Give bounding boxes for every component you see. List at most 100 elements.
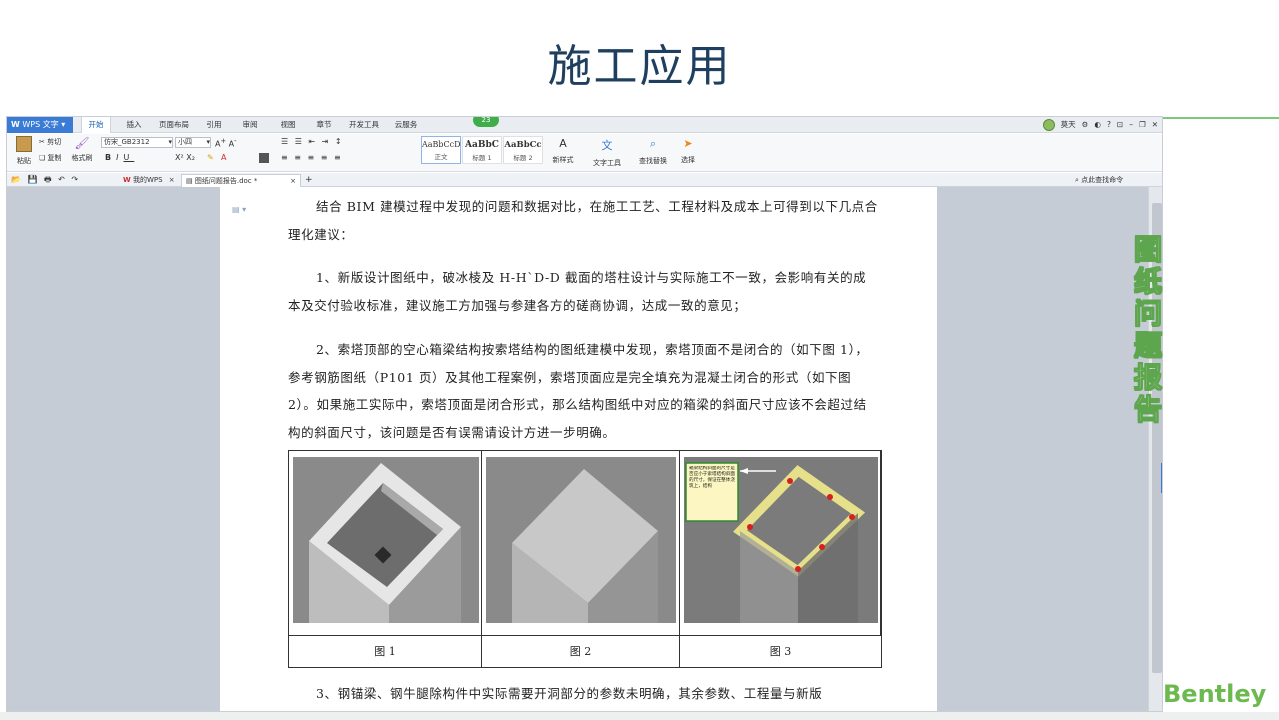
figure-3: 箱梁结构斜面的尺寸是否应小于索塔结构斜面的尺寸，保证在整体浇筑上，结构 <box>680 451 881 635</box>
find-replace-button[interactable]: ⌕ 查找替换 <box>633 137 673 166</box>
document-workspace: ▤ ▾ 结合 BIM 建模过程中发现的问题和数据对比，在施工工艺、工程材料及成本… <box>7 187 1148 711</box>
align-buttons[interactable]: ≡ ≡ ≡ ≡ ≡ <box>281 153 343 162</box>
font-color-icon[interactable]: A <box>221 153 226 162</box>
new-tab-button[interactable]: + <box>305 173 313 187</box>
style-name: 标题 1 <box>472 154 492 162</box>
side-label: 图纸问题报告 <box>1133 233 1162 426</box>
text-tools-icon: 文 <box>601 139 613 152</box>
avatar[interactable] <box>1042 119 1055 131</box>
tab-references[interactable]: 引用 <box>199 117 229 133</box>
search-command-label: 点此查找命令 <box>1081 176 1124 184</box>
minimize-icon[interactable]: – <box>1129 117 1133 133</box>
notification-badge[interactable]: 23 <box>473 117 499 127</box>
page-nav-icon[interactable]: ▤ ▾ <box>232 205 246 214</box>
my-wps-label: 我的WPS <box>132 176 163 184</box>
style-sample: AaBbC <box>465 140 499 150</box>
new-style-label: 新样式 <box>552 156 574 164</box>
paste-button[interactable]: 粘贴 <box>13 136 35 165</box>
superscript-button[interactable]: X² X₂ <box>175 153 195 162</box>
pin-icon[interactable]: ⊡ <box>1117 117 1123 133</box>
style-heading-1[interactable]: AaBbC 标题 1 <box>462 136 502 164</box>
close-icon[interactable]: × <box>290 175 296 187</box>
wps-app-button[interactable]: W WPS 文字 ▾ <box>7 117 73 133</box>
document-icon: ▤ <box>186 177 193 185</box>
tab-start[interactable]: 开始 <box>81 117 111 133</box>
menu-bar: W WPS 文字 ▾ 开始 插入 页面布局 引用 审阅 视图 章节 开发工具 云… <box>7 117 1162 133</box>
caption-figure-2: 图 2 <box>482 636 680 668</box>
bentley-logo: Bentley <box>1163 680 1267 708</box>
style-name: 正文 <box>434 153 448 161</box>
document-tab-label: 图纸问题报告.doc * <box>194 177 258 185</box>
select-button[interactable]: ➤ 选择 <box>675 137 701 165</box>
cursor-icon: ➤ <box>683 137 693 150</box>
font-format-buttons[interactable]: BIU <box>105 153 134 162</box>
cut-button[interactable]: ✂ 剪切 <box>39 137 61 147</box>
font-grow-button[interactable]: A+ A- <box>215 137 236 149</box>
list-buttons[interactable]: ☰ ☰ ⇤ ⇥ ↕ <box>281 137 344 146</box>
tab-view[interactable]: 视图 <box>273 117 303 133</box>
caption-figure-1: 图 1 <box>289 636 482 668</box>
quick-access-toolbar[interactable]: 📂 💾 🖶 ↶ ↷ <box>11 173 80 187</box>
paragraph-1: 结合 BIM 建模过程中发现的问题和数据对比，在施工工艺、工程材料及成本上可得到… <box>288 193 878 248</box>
font-size-value: 小四 <box>178 138 192 146</box>
close-icon[interactable]: ✕ <box>1152 117 1158 133</box>
font-name-value: 仿宋_GB2312 <box>104 138 150 146</box>
paragraph-2: 1、新版设计图纸中，破冰棱及 H-H`D-D 截面的塔柱设计与实际施工不一致，会… <box>288 264 878 319</box>
magnifier-icon: ⌕ <box>649 137 657 150</box>
font-size-select[interactable]: 小四 ▾ <box>175 137 211 148</box>
settings-icon[interactable]: ⚙ <box>1082 117 1089 133</box>
paste-label: 粘贴 <box>17 157 31 165</box>
paragraph-1-text: 结合 BIM 建模过程中发现的问题和数据对比，在施工工艺、工程材料及成本上可得到… <box>288 199 878 242</box>
cut-label: 剪切 <box>47 138 62 146</box>
tab-page-layout[interactable]: 页面布局 <box>155 117 193 133</box>
style-heading-2[interactable]: AaBbCc 标题 2 <box>503 136 543 164</box>
scissors-icon: ✂ <box>39 138 45 146</box>
text-tools-label: 文字工具 <box>593 159 621 167</box>
text-tools-button[interactable]: 文 文字工具 <box>587 137 627 168</box>
new-style-button[interactable]: A 新样式 <box>547 137 579 165</box>
help-icon[interactable]: ? <box>1107 117 1111 133</box>
copy-label: 复制 <box>47 154 62 162</box>
style-normal[interactable]: AaBbCcD 正文 <box>421 136 461 164</box>
document-page[interactable]: ▤ ▾ 结合 BIM 建模过程中发现的问题和数据对比，在施工工艺、工程材料及成本… <box>220 187 937 711</box>
skin-icon[interactable]: ◐ <box>1094 117 1101 133</box>
paragraph-4: 3、钢锚梁、钢牛腿除构件中实际需要开洞部分的参数未明确，其余参数、工程量与新版 <box>288 680 878 708</box>
search-command[interactable]: ⌕ 点此查找命令 <box>1075 173 1123 187</box>
chevron-down-icon: ▾ <box>61 120 66 129</box>
chevron-down-icon: ▾ <box>206 138 210 146</box>
accent-line <box>1162 117 1279 119</box>
figure-1 <box>289 451 482 635</box>
tab-current-document[interactable]: ▤ 图纸问题报告.doc * × <box>181 174 301 187</box>
tab-my-wps[interactable]: W 我的WPS × <box>119 174 177 187</box>
new-style-icon: A <box>559 137 567 150</box>
ribbon: 粘贴 ✂ 剪切 ❏ 复制 🖌 格式刷 仿宋_GB2312 ▾ 小四 ▾ A+ A- … <box>7 134 1162 172</box>
figure-2-image <box>486 457 676 623</box>
paragraph-3: 2、索塔顶部的空心箱梁结构按索塔结构的图纸建模中发现，索塔顶面不是闭合的（如下图… <box>288 336 878 446</box>
tab-review[interactable]: 审阅 <box>235 117 265 133</box>
format-painter-button[interactable]: 🖌 格式刷 <box>69 136 95 163</box>
brush-icon: 🖌 <box>74 136 90 150</box>
caption-row: 图 1 图 2 图 3 <box>289 635 881 668</box>
clipboard-icon <box>16 136 32 152</box>
bottom-band <box>0 712 1279 720</box>
tab-developer[interactable]: 开发工具 <box>345 117 383 133</box>
style-name: 标题 2 <box>513 154 533 162</box>
tab-insert[interactable]: 插入 <box>119 117 149 133</box>
highlight-icon[interactable]: ✎ <box>207 153 214 162</box>
search-icon: ⌕ <box>1075 176 1079 184</box>
slide-title: 施工应用 <box>547 41 732 92</box>
style-sample: AaBbCcD <box>422 140 461 149</box>
tab-cloud[interactable]: 云服务 <box>389 117 423 133</box>
slide: 施工应用 W WPS 文字 ▾ 开始 插入 页面布局 引用 审阅 视图 章节 开… <box>0 0 1279 720</box>
restore-icon[interactable]: ❐ <box>1139 117 1146 133</box>
shading-icon[interactable] <box>259 153 269 163</box>
font-name-select[interactable]: 仿宋_GB2312 ▾ <box>101 137 173 148</box>
close-icon[interactable]: × <box>169 176 175 184</box>
tab-chapter[interactable]: 章节 <box>309 117 339 133</box>
paragraph-3-text: 2、索塔顶部的空心箱梁结构按索塔结构的图纸建模中发现，索塔顶面不是闭合的（如下图… <box>288 342 869 440</box>
copy-icon: ❏ <box>39 154 46 162</box>
app-button-label: WPS 文字 <box>22 120 59 129</box>
user-name[interactable]: 莫天 <box>1061 117 1076 133</box>
copy-button[interactable]: ❏ 复制 <box>39 153 62 163</box>
figure-3-note: 箱梁结构斜面的尺寸是否应小于索塔结构斜面的尺寸，保证在整体浇筑上，结构 <box>689 466 735 489</box>
